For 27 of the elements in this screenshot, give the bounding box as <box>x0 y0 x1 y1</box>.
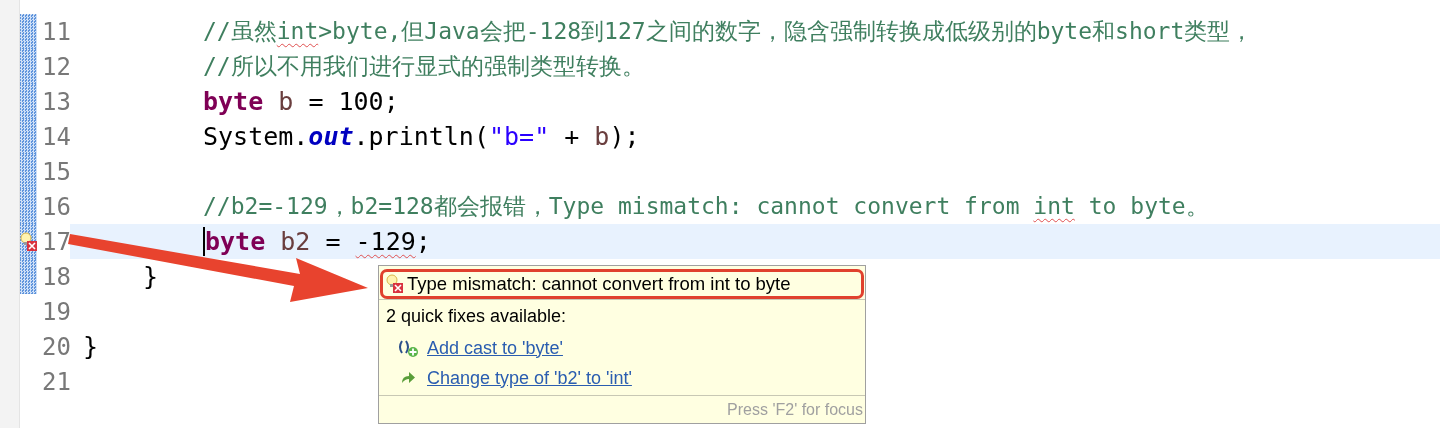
error-quickfix-icon[interactable] <box>20 232 38 252</box>
line-number: 15 <box>41 157 72 186</box>
code-line: } <box>83 332 99 361</box>
code-line: byte b2 = -129; <box>203 227 431 256</box>
code-line: System.out.println("b=" + b); <box>203 122 640 151</box>
line-number: 20 <box>41 332 72 361</box>
line-number: 14 <box>41 122 72 151</box>
error-quickfix-icon <box>386 274 404 294</box>
quick-fix-link[interactable]: Change type of 'b2' to 'int' <box>427 367 632 389</box>
code-line: //b2=-129，b2=128都会报错，Type mismatch: cannot convert from int to byte。 <box>203 192 1209 221</box>
code-line: //所以不用我们进行显式的强制类型转换。 <box>203 52 645 81</box>
line-number: 19 <box>41 297 72 326</box>
line-number: 18 <box>41 262 72 291</box>
fixes-title: 2 quick fixes available: <box>385 305 568 328</box>
line-number: 12 <box>41 52 72 81</box>
error-message: Type mismatch: cannot convert from int to byte <box>380 269 864 299</box>
code-line: //虽然int>byte,但Java会把-128到127之间的数字，隐含强制转换成低级别的byte和short类型， <box>203 17 1254 46</box>
line-number: 16 <box>41 192 72 221</box>
line-number: 11 <box>41 17 72 46</box>
focus-hint: Press 'F2' for focus <box>727 400 864 419</box>
code-line: byte b = 100; <box>203 87 399 116</box>
line-number: 21 <box>41 367 72 396</box>
quick-fix-link[interactable]: Add cast to 'byte' <box>427 337 563 359</box>
code-line: } <box>143 262 159 291</box>
line-number: 13 <box>41 87 72 116</box>
line-number: 17 <box>41 227 72 256</box>
cast-plus-icon <box>397 338 419 358</box>
